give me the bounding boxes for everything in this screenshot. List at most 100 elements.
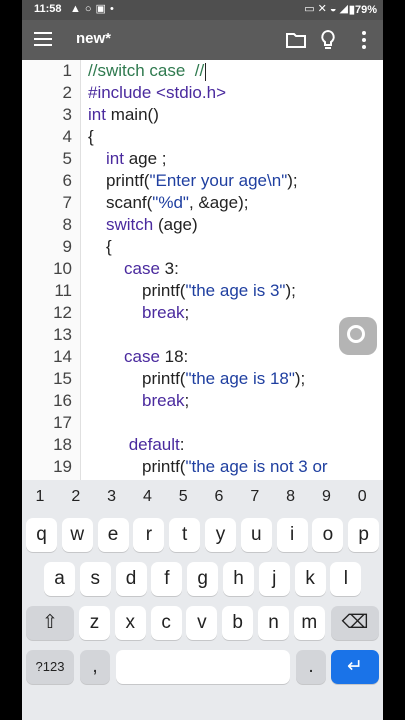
key-m[interactable]: m xyxy=(293,606,325,640)
line-number: 5 xyxy=(62,149,72,168)
number-key[interactable]: 1 xyxy=(30,488,50,506)
code-line[interactable]: 17 xyxy=(22,412,383,434)
key-f[interactable]: f xyxy=(151,562,183,596)
key-y[interactable]: y xyxy=(205,518,236,552)
enter-key[interactable]: ↵ xyxy=(331,650,379,684)
number-key[interactable]: 8 xyxy=(281,488,301,506)
code-text: printf("the age is 3"); xyxy=(142,280,296,302)
key-r[interactable]: r xyxy=(133,518,165,552)
symbols-key[interactable]: ?123 xyxy=(26,650,74,684)
folder-icon[interactable] xyxy=(284,28,308,52)
code-text: int age ; xyxy=(106,148,167,170)
number-key[interactable]: 3 xyxy=(102,488,122,506)
key-o[interactable]: o xyxy=(312,518,344,552)
key-d[interactable]: d xyxy=(115,562,147,596)
lightbulb-icon[interactable] xyxy=(316,28,340,52)
key-e[interactable]: e xyxy=(97,518,129,552)
code-text: printf("Enter your age\n"); xyxy=(106,170,298,192)
code-line[interactable]: 9{ xyxy=(22,236,383,258)
number-key[interactable]: 4 xyxy=(137,488,157,506)
code-token: #include <stdio.h> xyxy=(88,83,226,102)
code-line[interactable]: 10 case 3: xyxy=(22,258,383,280)
key-g[interactable]: g xyxy=(187,562,219,596)
code-token: { xyxy=(88,127,94,146)
key-z[interactable]: z xyxy=(79,606,110,640)
line-number: 14 xyxy=(53,347,72,366)
line-number: 19 xyxy=(53,457,72,476)
code-token: ; xyxy=(184,391,190,410)
menu-icon[interactable] xyxy=(34,28,52,52)
code-token: scanf( xyxy=(106,193,153,212)
key-i[interactable]: i xyxy=(276,518,308,552)
code-line[interactable]: 8 switch (age) xyxy=(22,214,383,236)
key-c[interactable]: c xyxy=(150,606,182,640)
key-p[interactable]: p xyxy=(348,518,380,552)
key-x[interactable]: x xyxy=(114,606,146,640)
code-line[interactable]: 2 #include <stdio.h> xyxy=(22,82,383,104)
shift-key[interactable]: ⇧ xyxy=(26,606,74,640)
code-line[interactable]: 4{ xyxy=(22,126,383,148)
code-token: main() xyxy=(105,105,159,124)
code-token: ); xyxy=(285,281,296,300)
comma-key[interactable]: , xyxy=(80,650,110,684)
code-line[interactable]: 14 case 18: xyxy=(22,346,383,368)
code-line[interactable]: 12 break; xyxy=(22,302,383,324)
space-key[interactable] xyxy=(116,650,290,684)
code-token: "%d" xyxy=(152,193,189,212)
code-text: switch (age) xyxy=(106,214,198,236)
code-token: , &age); xyxy=(188,193,249,212)
number-key[interactable]: 7 xyxy=(245,488,265,506)
code-line[interactable]: 7 scanf("%d", &age); xyxy=(22,192,383,214)
code-line[interactable]: 6 printf("Enter your age\n"); xyxy=(22,170,383,192)
code-line[interactable]: 1 //switch case // xyxy=(22,60,383,82)
backspace-key[interactable]: ⌫ xyxy=(331,606,379,640)
code-line[interactable]: 18 default: xyxy=(22,434,383,456)
status-bar: 11:58 ▲○▣• ▭✕◒◢ ▮79% xyxy=(22,0,383,20)
key-l[interactable]: l xyxy=(330,562,362,596)
number-key[interactable]: 5 xyxy=(173,488,193,506)
key-v[interactable]: v xyxy=(186,606,218,640)
number-key[interactable]: 2 xyxy=(66,488,86,506)
number-key[interactable]: 0 xyxy=(352,488,372,506)
code-line[interactable]: 16 break; xyxy=(22,390,383,412)
floating-assist-button[interactable] xyxy=(339,317,377,355)
line-number: 12 xyxy=(53,303,72,322)
code-text: case 3: xyxy=(124,258,179,280)
key-j[interactable]: j xyxy=(258,562,290,596)
code-line[interactable]: 11 printf("the age is 3"); xyxy=(22,280,383,302)
code-text: break; xyxy=(142,390,189,412)
key-a[interactable]: a xyxy=(44,562,75,596)
code-token: age ; xyxy=(123,149,167,168)
key-w[interactable]: w xyxy=(61,518,93,552)
status-right-icons: ▭✕◒◢ xyxy=(304,2,351,15)
code-token: int xyxy=(106,149,124,168)
number-key[interactable]: 9 xyxy=(316,488,336,506)
code-line[interactable]: 13 xyxy=(22,324,383,346)
code-text: //switch case // xyxy=(88,60,207,82)
line-number: 17 xyxy=(53,413,72,432)
code-text: break; xyxy=(142,302,189,324)
key-t[interactable]: t xyxy=(169,518,201,552)
key-q[interactable]: q xyxy=(26,518,57,552)
more-vert-icon[interactable] xyxy=(352,28,376,52)
code-line[interactable]: 3 int main() xyxy=(22,104,383,126)
period-key[interactable]: . xyxy=(296,650,326,684)
code-line[interactable]: 15 printf("the age is 18"); xyxy=(22,368,383,390)
line-number: 1 xyxy=(62,61,72,80)
key-s[interactable]: s xyxy=(79,562,111,596)
line-number: 8 xyxy=(62,215,72,234)
key-k[interactable]: k xyxy=(294,562,326,596)
key-h[interactable]: h xyxy=(223,562,254,596)
code-editor[interactable]: 1 //switch case // 2 #include <stdio.h> 3 int… xyxy=(22,60,383,480)
code-text: int main() xyxy=(88,104,159,126)
key-n[interactable]: n xyxy=(258,606,289,640)
code-line[interactable]: 5 int age ; xyxy=(22,148,383,170)
key-b[interactable]: b xyxy=(222,606,254,640)
code-token: ; xyxy=(184,303,190,322)
key-u[interactable]: u xyxy=(240,518,272,552)
app-frame: 11:58 ▲○▣• ▭✕◒◢ ▮79% new* 1//switch case… xyxy=(22,0,383,720)
code-token: printf( xyxy=(106,171,150,190)
dot-icon: • xyxy=(109,3,118,15)
code-line[interactable]: 19 printf("the age is not 3 or xyxy=(22,456,383,478)
number-key[interactable]: 6 xyxy=(209,488,229,506)
